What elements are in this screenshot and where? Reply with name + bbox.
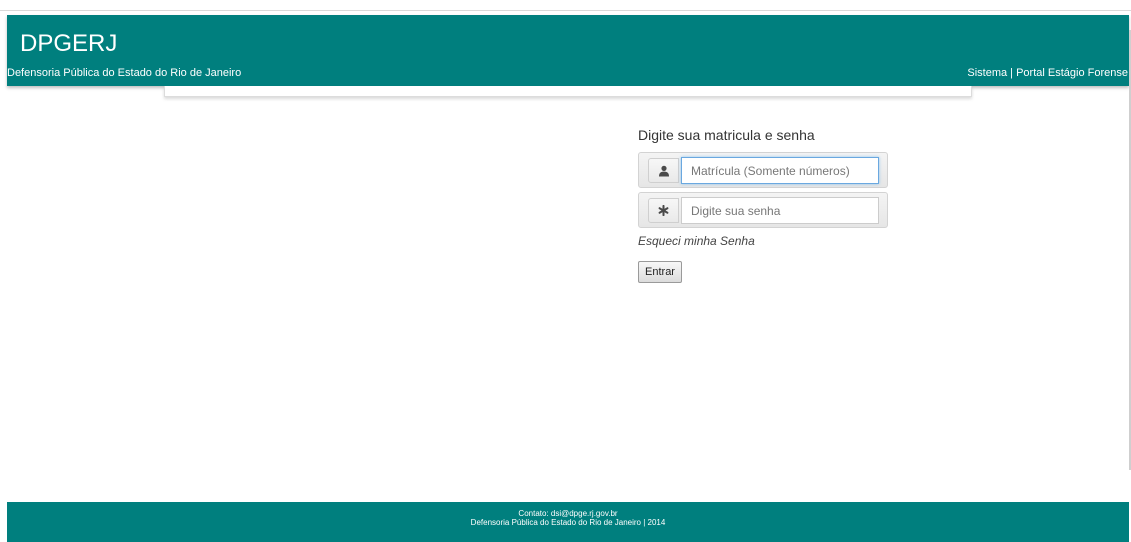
site-title: DPGERJ — [20, 30, 118, 57]
user-icon — [648, 158, 679, 183]
page-header: DPGERJ Defensoria Pública do Estado do R… — [7, 15, 1129, 86]
username-input[interactable] — [681, 157, 879, 184]
forgot-password-link[interactable]: Esqueci minha Senha — [638, 234, 755, 248]
login-heading: Digite sua matricula e senha — [638, 127, 815, 143]
footer-contact: Contato: dsi@dpge.rj.gov.br — [518, 509, 618, 518]
asterisk-icon — [648, 198, 679, 223]
system-label: Sistema | Portal Estágio Forense — [967, 67, 1128, 79]
browser-top-strip — [0, 0, 1131, 10]
site-subtitle: Defensoria Pública do Estado do Rio de J… — [7, 67, 242, 79]
page-footer: Contato: dsi@dpge.rj.gov.br Defensoria P… — [7, 502, 1129, 542]
nav-bar — [164, 86, 972, 97]
submit-button[interactable]: Entrar — [638, 261, 682, 283]
password-group — [638, 192, 888, 228]
top-divider — [0, 10, 1131, 11]
footer-copyright: Defensoria Pública do Estado do Rio de J… — [470, 518, 666, 527]
password-input[interactable] — [681, 197, 879, 224]
username-group — [638, 152, 888, 188]
